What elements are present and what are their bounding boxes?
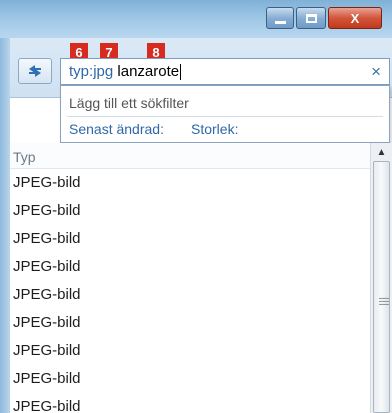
search-extension-token: jpg: [93, 63, 114, 80]
list-item[interactable]: JPEG-bild: [10, 365, 370, 393]
filter-date-modified[interactable]: Senast ändrad:: [69, 121, 164, 137]
add-filter-hint: Lägg till ett sökfilter: [69, 95, 189, 111]
title-bar: X: [0, 0, 392, 38]
maximize-icon: [305, 13, 317, 23]
minimize-icon: [274, 20, 286, 24]
list-item[interactable]: JPEG-bild: [10, 393, 370, 413]
grip-icon: — — —: [379, 293, 389, 310]
vertical-scrollbar[interactable]: ▲ — — —: [370, 143, 392, 413]
list-item[interactable]: JPEG-bild: [10, 197, 370, 225]
window-frame-left: [0, 38, 10, 413]
search-query-text: lanzarote: [117, 63, 180, 80]
maximize-button[interactable]: [296, 7, 326, 29]
filter-size[interactable]: Storlek:: [191, 121, 238, 137]
column-header-label: Typ: [13, 149, 36, 165]
list-item[interactable]: JPEG-bild: [10, 337, 370, 365]
scrollbar-thumb[interactable]: — — —: [373, 161, 390, 413]
search-filter-dropdown: Lägg till ett sökfilter Senast ändrad: S…: [60, 85, 390, 143]
list-item[interactable]: JPEG-bild: [10, 281, 370, 309]
refresh-icon: [29, 65, 41, 77]
column-header-type[interactable]: Typ: [10, 143, 370, 169]
dropdown-divider: [67, 116, 383, 117]
search-type-token: typ:: [69, 63, 94, 80]
clear-search-icon[interactable]: ×: [371, 62, 381, 82]
close-button[interactable]: X: [328, 7, 382, 29]
chevron-up-icon: ▲: [376, 146, 387, 158]
close-icon: X: [350, 10, 360, 26]
refresh-button[interactable]: [18, 58, 52, 84]
list-item[interactable]: JPEG-bild: [10, 169, 370, 197]
list-item[interactable]: JPEG-bild: [10, 309, 370, 337]
search-input[interactable]: typ: jpg lanzarote ×: [60, 58, 390, 85]
scroll-up-button[interactable]: ▲: [371, 143, 392, 161]
list-item[interactable]: JPEG-bild: [10, 225, 370, 253]
minimize-button[interactable]: [266, 7, 294, 29]
list-item[interactable]: JPEG-bild: [10, 253, 370, 281]
text-caret: [180, 63, 182, 80]
file-list: JPEG-bild JPEG-bild JPEG-bild JPEG-bild …: [10, 169, 370, 413]
